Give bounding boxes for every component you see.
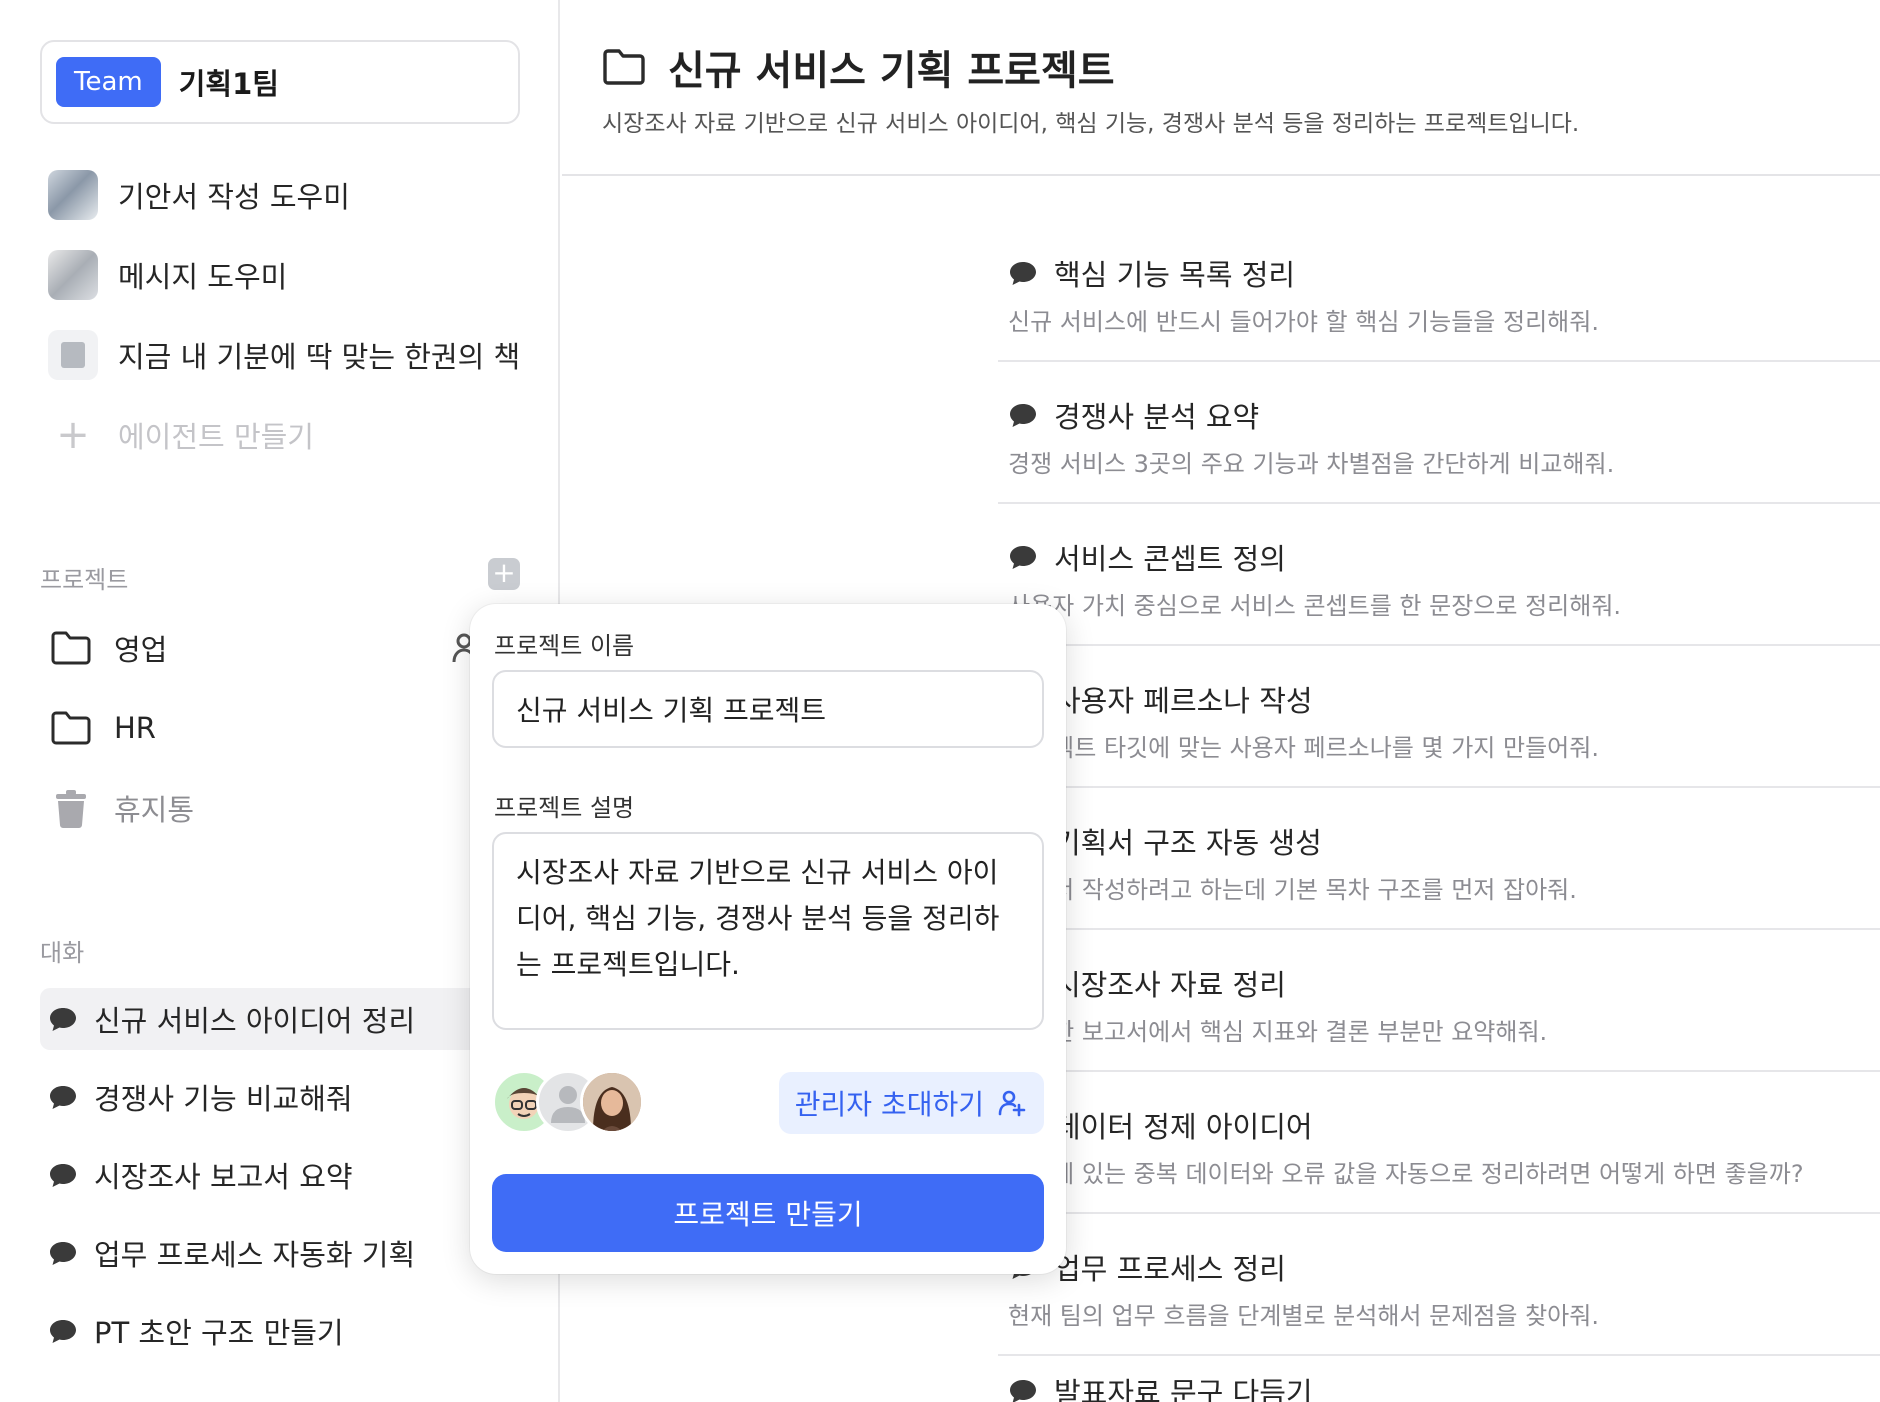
add-agent-button[interactable]: + 에이전트 만들기 [48, 407, 314, 463]
agent-label: 지금 내 기분에 딱 맞는 한권의 책 [118, 340, 521, 374]
chat-item[interactable]: 신규 서비스 아이디어 정리 [40, 988, 480, 1050]
prompt-card[interactable]: 핵심 기능 목록 정리 신규 서비스에 반드시 들어가야 할 핵심 기능들을 정… [998, 220, 1880, 362]
chat-bubble-icon [1010, 404, 1036, 427]
project-desc-textarea[interactable]: 시장조사 자료 기반으로 신규 서비스 아이디어, 핵심 기능, 경쟁사 분석 … [492, 832, 1044, 1030]
prompt-card[interactable]: 경쟁사 분석 요약 경쟁 서비스 3곳의 주요 기능과 차별점을 간단하게 비교… [998, 362, 1880, 504]
team-name: 기획1팀 [178, 67, 279, 101]
chat-item[interactable]: PT 초안 구조 만들기 [40, 1300, 480, 1362]
prompt-title: 업무 프로세스 정리 [1054, 1252, 1286, 1286]
chat-bubble-icon [1010, 262, 1036, 285]
prompt-title: 발표자료 문구 다듬기 [1054, 1376, 1313, 1402]
chat-bubble-icon [50, 1242, 76, 1265]
project-item-hr[interactable]: HR [50, 700, 156, 756]
chat-label: PT 초안 구조 만들기 [94, 1316, 344, 1350]
trash-item[interactable]: 휴지통 [50, 780, 194, 836]
plus-icon: + [56, 412, 90, 458]
project-label: 영업 [114, 633, 168, 667]
agent-label: 기안서 작성 도우미 [118, 180, 350, 214]
folder-icon [603, 49, 645, 85]
avatar [580, 1070, 644, 1134]
create-project-popover: 프로젝트 이름 신규 서비스 기획 프로젝트 프로젝트 설명 시장조사 자료 기… [470, 604, 1066, 1274]
project-label: HR [114, 711, 156, 745]
project-desc-label: 프로젝트 설명 [494, 794, 635, 822]
chat-bubble-icon [1010, 546, 1036, 569]
prompt-card[interactable]: 사용자 페르소나 작성 프로젝트 타깃에 맞는 사용자 페르소나를 몇 가지 만… [998, 646, 1880, 788]
project-item-sales[interactable]: 영업 [50, 620, 167, 676]
prompt-card[interactable]: 업무 프로세스 정리 현재 팀의 업무 흐름을 단계별로 분석해서 문제점을 찾… [998, 1214, 1880, 1356]
project-header: 신규 서비스 기획 프로젝트 시장조사 자료 기반으로 신규 서비스 아이디어,… [562, 0, 1880, 176]
chats-section-label: 대화 [40, 939, 85, 967]
prompt-desc: 기획서 작성하려고 하는데 기본 목차 구조를 먼저 잡아줘. [1008, 876, 1577, 904]
project-description: 시장조사 자료 기반으로 신규 서비스 아이디어, 핵심 기능, 경쟁사 분석 … [602, 111, 1580, 137]
chat-label: 업무 프로세스 자동화 기획 [94, 1238, 416, 1272]
chat-bubble-icon [50, 1164, 76, 1187]
prompt-title: 기획서 구조 자동 생성 [1054, 826, 1322, 860]
prompt-desc: 신규 서비스에 반드시 들어가야 할 핵심 기능들을 정리해줘. [1008, 308, 1599, 336]
member-avatars [492, 1070, 662, 1136]
team-badge: Team [56, 57, 161, 107]
chat-bubble-icon [50, 1008, 76, 1031]
prompt-title: 시장조사 자료 정리 [1054, 968, 1286, 1002]
add-project-icon[interactable]: + [488, 558, 520, 590]
book-icon [48, 330, 98, 380]
chat-label: 시장조사 보고서 요약 [94, 1160, 353, 1194]
prompt-desc: 첨부한 보고서에서 핵심 지표와 결론 부분만 요약해줘. [1008, 1018, 1548, 1046]
prompt-desc: 사용자 가치 중심으로 서비스 콘셉트를 한 문장으로 정리해줘. [1008, 592, 1622, 620]
prompt-title: 서비스 콘셉트 정의 [1054, 542, 1286, 576]
person-icon [452, 633, 472, 663]
agent-item-message-helper[interactable]: 메시지 도우미 [48, 247, 287, 303]
prompt-desc: 엑셀에 있는 중복 데이터와 오류 값을 자동으로 정리하려면 어떻게 하면 좋… [1008, 1160, 1804, 1188]
chat-label: 신규 서비스 아이디어 정리 [94, 1004, 416, 1038]
chat-item[interactable]: 경쟁사 기능 비교해줘 [40, 1066, 480, 1128]
chat-item[interactable]: 업무 프로세스 자동화 기획 [40, 1222, 480, 1284]
folder-icon [51, 711, 91, 745]
chat-bubble-icon [50, 1086, 76, 1109]
invite-admin-button[interactable]: 관리자 초대하기 [778, 1072, 1044, 1134]
chat-bubble-icon [50, 1320, 76, 1343]
prompt-card[interactable]: 데이터 정제 아이디어 엑셀에 있는 중복 데이터와 오류 값을 자동으로 정리… [998, 1072, 1880, 1214]
prompt-card[interactable]: 시장조사 자료 정리 첨부한 보고서에서 핵심 지표와 결론 부분만 요약해줘. [998, 930, 1880, 1072]
project-title: 신규 서비스 기획 프로젝트 [668, 48, 1115, 94]
prompt-desc: 프로젝트 타깃에 맞는 사용자 페르소나를 몇 가지 만들어줘. [1008, 734, 1599, 762]
prompt-title: 사용자 페르소나 작성 [1054, 684, 1313, 718]
team-switcher[interactable]: Team 기획1팀 [40, 40, 520, 124]
projects-section-label: 프로젝트 [40, 566, 129, 594]
agent-label: 메시지 도우미 [118, 260, 288, 294]
chat-label: 경쟁사 기능 비교해줘 [94, 1082, 353, 1116]
folder-icon [51, 631, 91, 665]
agent-avatar [48, 250, 98, 300]
add-person-icon [998, 1090, 1026, 1117]
page-title: 신규 서비스 기획 프로젝트 [602, 38, 1115, 96]
prompt-card[interactable]: 서비스 콘셉트 정의 사용자 가치 중심으로 서비스 콘셉트를 한 문장으로 정… [998, 504, 1880, 646]
create-project-button[interactable]: 프로젝트 만들기 [492, 1174, 1044, 1252]
prompt-desc: 경쟁 서비스 3곳의 주요 기능과 차별점을 간단하게 비교해줘. [1008, 450, 1615, 478]
invite-admin-label: 관리자 초대하기 [794, 1088, 984, 1121]
agent-item-book[interactable]: 지금 내 기분에 딱 맞는 한권의 책 [48, 327, 520, 383]
prompt-title: 데이터 정제 아이디어 [1054, 1110, 1313, 1144]
chat-bubble-icon [1010, 1380, 1036, 1402]
project-name-label: 프로젝트 이름 [494, 632, 635, 660]
trash-label: 휴지통 [114, 793, 195, 827]
project-name-input[interactable]: 신규 서비스 기획 프로젝트 [492, 670, 1044, 748]
chat-item[interactable]: 시장조사 보고서 요약 [40, 1144, 480, 1206]
add-agent-label: 에이전트 만들기 [118, 420, 314, 454]
agent-avatar [48, 170, 98, 220]
prompt-desc: 현재 팀의 업무 흐름을 단계별로 분석해서 문제점을 찾아줘. [1008, 1302, 1599, 1330]
prompt-title: 경쟁사 분석 요약 [1054, 400, 1260, 434]
agent-item-proposal-helper[interactable]: 기안서 작성 도우미 [48, 167, 350, 223]
prompt-card[interactable]: 발표자료 문구 다듬기 [998, 1356, 1880, 1402]
trash-icon [56, 790, 86, 828]
prompt-title: 핵심 기능 목록 정리 [1054, 258, 1296, 292]
prompt-card[interactable]: 기획서 구조 자동 생성 기획서 작성하려고 하는데 기본 목차 구조를 먼저 … [998, 788, 1880, 930]
